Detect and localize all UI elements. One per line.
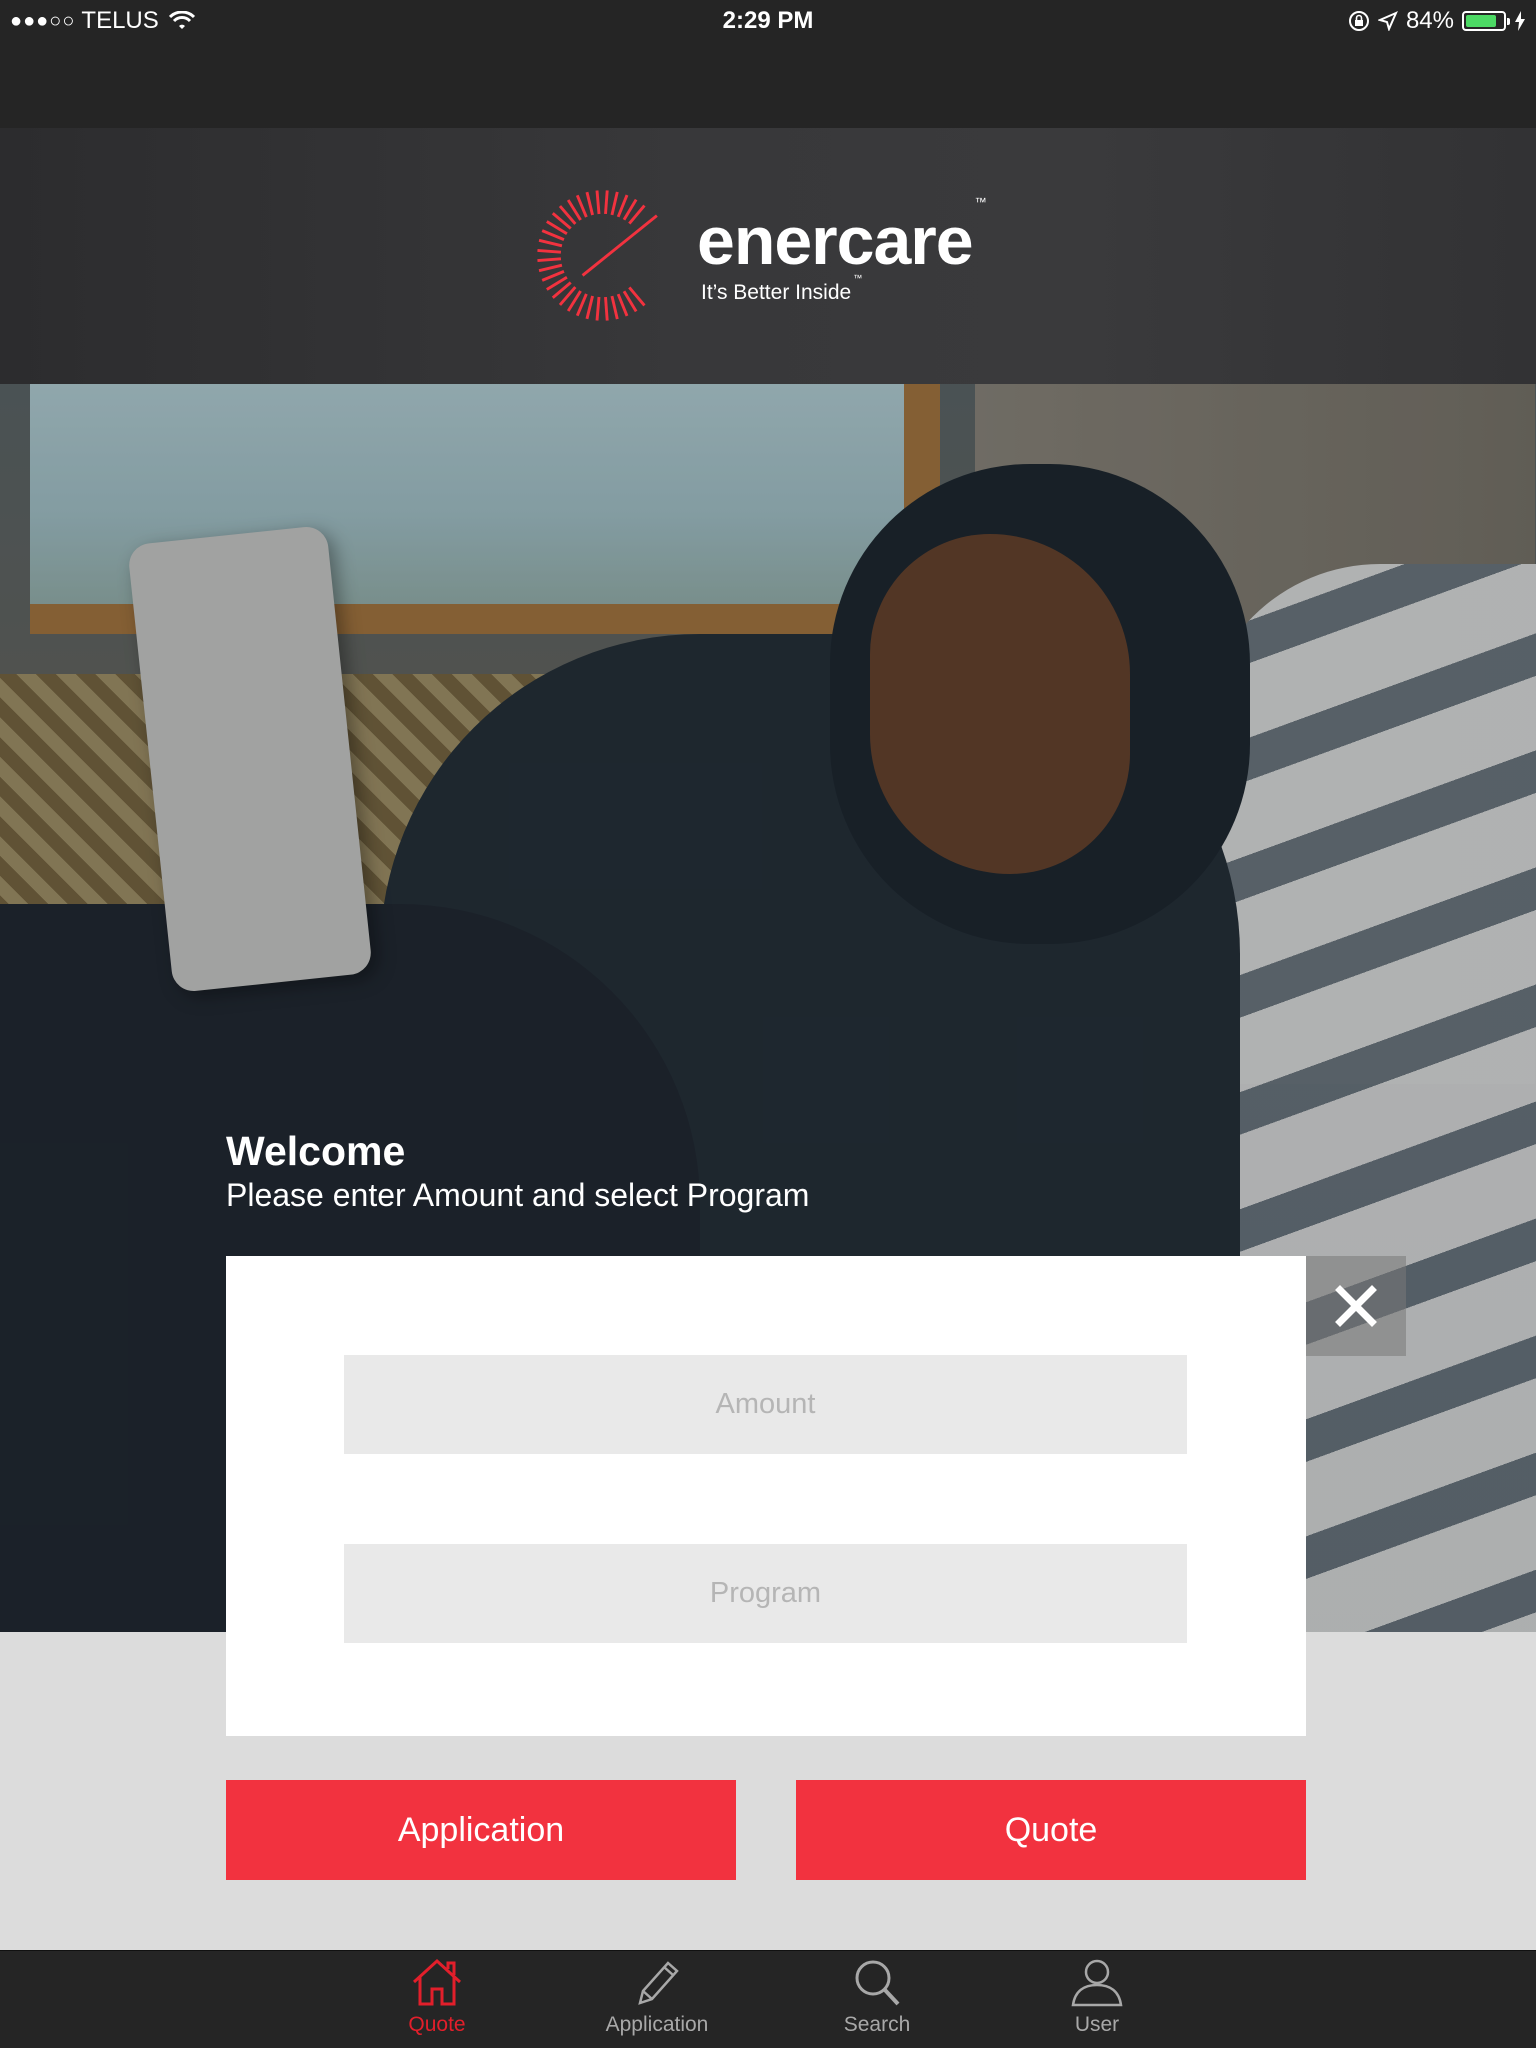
charging-icon — [1515, 11, 1525, 31]
brand-name-text: enercare — [697, 202, 974, 279]
tab-application[interactable]: Application — [577, 1957, 737, 2037]
tab-search[interactable]: Search — [797, 1957, 957, 2037]
logo-ray — [616, 293, 629, 317]
status-right: 84% — [1348, 7, 1526, 35]
logo-ray — [616, 194, 629, 218]
application-button[interactable]: Application — [226, 1780, 736, 1880]
logo-ray — [541, 270, 565, 282]
logo-ray — [538, 238, 563, 248]
logo-ray — [595, 190, 601, 215]
logo-ray — [610, 191, 619, 216]
brand-name: enercare™ — [697, 196, 987, 275]
tab-quote-label: Quote — [408, 2013, 466, 2036]
logo-slash — [581, 214, 658, 277]
program-select[interactable]: Program — [344, 1544, 1187, 1643]
tab-search-label: Search — [843, 2013, 911, 2036]
logo-ray — [541, 229, 565, 241]
logo-ray — [604, 296, 609, 321]
enercare-logo: enercare™ It’s Better Inside™ — [530, 178, 987, 333]
tab-bar: Quote Application Search User — [0, 1950, 1536, 2048]
welcome-subtitle: Please enter Amount and select Program — [226, 1177, 810, 1213]
tab-quote[interactable]: Quote — [357, 1957, 517, 2037]
brand-header: enercare™ It’s Better Inside™ — [0, 128, 1536, 384]
logo-ray — [575, 293, 588, 317]
brand-tagline-text: It’s Better Inside — [701, 280, 852, 304]
tab-user-label: User — [1074, 2013, 1120, 2036]
logo-ray — [604, 190, 609, 215]
logo-ray — [538, 263, 563, 273]
clock: 2:29 PM — [722, 7, 814, 34]
quote-button[interactable]: Quote — [796, 1780, 1306, 1880]
tab-user[interactable]: User — [1017, 1957, 1177, 2037]
status-bar: ●●●○○ TELUS 2:29 PM 84% — [0, 0, 1536, 128]
battery-icon — [1462, 11, 1510, 31]
close-icon — [1335, 1285, 1377, 1327]
logo-text: enercare™ It’s Better Inside™ — [697, 196, 987, 305]
battery-percent: 84% — [1405, 7, 1454, 34]
brand-tagline: It’s Better Inside™ — [701, 273, 986, 305]
logo-ray — [585, 295, 594, 320]
pencil-icon — [638, 1961, 679, 2005]
welcome-title: Welcome — [226, 1128, 406, 1174]
logo-ray — [537, 248, 562, 254]
logo-ray — [595, 296, 601, 321]
logo-ray — [537, 257, 562, 263]
sunburst-logo-icon — [537, 190, 658, 321]
home-icon — [412, 1958, 462, 2006]
tab-application-label: Application — [605, 2013, 709, 2036]
battery-fill — [1466, 15, 1497, 27]
user-icon — [1071, 1959, 1123, 2007]
logo-ray — [575, 194, 588, 218]
amount-input[interactable]: Amount — [344, 1355, 1187, 1454]
quote-form: Amount Program — [226, 1256, 1306, 1736]
logo-ray — [585, 191, 594, 216]
location-icon — [1377, 11, 1398, 31]
search-icon — [855, 1960, 900, 2006]
brand-trademark: ™ — [974, 194, 987, 209]
tagline-trademark: ™ — [853, 272, 863, 283]
close-button[interactable] — [1306, 1256, 1406, 1356]
logo-ray — [610, 295, 619, 320]
orientation-lock-icon — [1348, 11, 1369, 31]
